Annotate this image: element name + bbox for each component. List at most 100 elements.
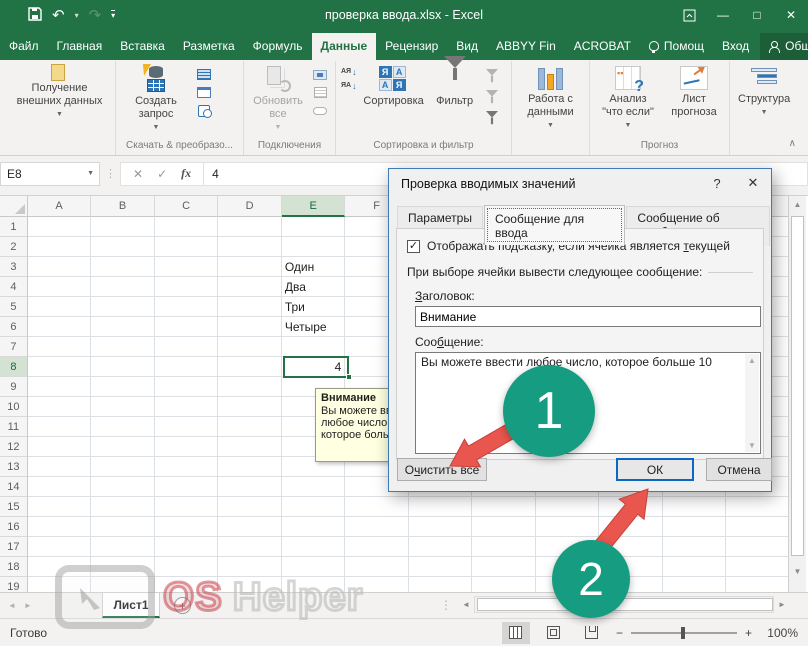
grid-cell-E4[interactable]: Два bbox=[282, 277, 346, 297]
grid-cell-B1[interactable] bbox=[91, 217, 155, 237]
row-header-16[interactable]: 16 bbox=[0, 517, 28, 537]
grid-cell-A6[interactable] bbox=[28, 317, 92, 337]
grid-cell-D4[interactable] bbox=[218, 277, 282, 297]
grid-cell-B18[interactable] bbox=[91, 557, 155, 577]
row-header-6[interactable]: 6 bbox=[0, 317, 28, 337]
grid-cell-C2[interactable] bbox=[155, 237, 219, 257]
grid-cell-A15[interactable] bbox=[28, 497, 92, 517]
grid-cell-B3[interactable] bbox=[91, 257, 155, 277]
grid-cell-A16[interactable] bbox=[28, 517, 92, 537]
advanced-filter-button[interactable] bbox=[483, 109, 501, 124]
grid-cell-B17[interactable] bbox=[91, 537, 155, 557]
grid-cell-D2[interactable] bbox=[218, 237, 282, 257]
grid-cell-D5[interactable] bbox=[218, 297, 282, 317]
row-header-18[interactable]: 18 bbox=[0, 557, 28, 577]
grid-cell-B8[interactable] bbox=[91, 357, 155, 377]
grid-cell-E19[interactable] bbox=[282, 577, 346, 592]
grid-cell-E6[interactable]: Четыре bbox=[282, 317, 346, 337]
grid-cell-D1[interactable] bbox=[218, 217, 282, 237]
grid-cell-I15[interactable] bbox=[536, 497, 600, 517]
grid-cell-D7[interactable] bbox=[218, 337, 282, 357]
grid-cell-E14[interactable] bbox=[282, 477, 346, 497]
select-all-corner[interactable] bbox=[0, 196, 28, 217]
grid-cell-C5[interactable] bbox=[155, 297, 219, 317]
ok-button[interactable]: ОК bbox=[616, 458, 694, 481]
grid-cell-D11[interactable] bbox=[218, 417, 282, 437]
grid-cell-E5[interactable]: Три bbox=[282, 297, 346, 317]
connections-button[interactable] bbox=[311, 67, 329, 82]
sheet-tab-list1[interactable]: Лист1 bbox=[102, 593, 160, 618]
grid-cell-G16[interactable] bbox=[409, 517, 473, 537]
grid-cell-B2[interactable] bbox=[91, 237, 155, 257]
row-header-1[interactable]: 1 bbox=[0, 217, 28, 237]
grid-cell-A18[interactable] bbox=[28, 557, 92, 577]
grid-cell-A4[interactable] bbox=[28, 277, 92, 297]
show-tooltip-checkbox[interactable]: ✓ bbox=[407, 240, 420, 253]
grid-cell-C6[interactable] bbox=[155, 317, 219, 337]
grid-cell-C3[interactable] bbox=[155, 257, 219, 277]
grid-cell-G17[interactable] bbox=[409, 537, 473, 557]
grid-cell-J16[interactable] bbox=[599, 517, 663, 537]
grid-cell-D18[interactable] bbox=[218, 557, 282, 577]
ribbon-tab-вставка[interactable]: Вставка bbox=[111, 33, 174, 60]
column-header-C[interactable]: C bbox=[155, 196, 219, 217]
grid-cell-E7[interactable] bbox=[282, 337, 346, 357]
close-button[interactable]: ✕ bbox=[774, 0, 808, 30]
grid-cell-C10[interactable] bbox=[155, 397, 219, 417]
row-header-4[interactable]: 4 bbox=[0, 277, 28, 297]
grid-cell-L18[interactable] bbox=[726, 557, 790, 577]
grid-cell-B10[interactable] bbox=[91, 397, 155, 417]
grid-cell-C1[interactable] bbox=[155, 217, 219, 237]
vertical-scroll-thumb[interactable] bbox=[791, 216, 804, 556]
grid-cell-E17[interactable] bbox=[282, 537, 346, 557]
sheet-nav-right-icon[interactable]: ► bbox=[24, 601, 32, 610]
ribbon-tab-помощ[interactable]: Помощ bbox=[640, 33, 713, 60]
ribbon-tab-данные[interactable]: Данные bbox=[312, 33, 377, 60]
outline-button[interactable]: Структура▼ bbox=[733, 63, 795, 119]
textarea-scrollbar[interactable]: ▲ ▼ bbox=[745, 354, 759, 452]
grid-cell-D19[interactable] bbox=[218, 577, 282, 592]
row-header-11[interactable]: 11 bbox=[0, 417, 28, 437]
maximize-button[interactable]: □ bbox=[740, 0, 774, 30]
grid-cell-H15[interactable] bbox=[472, 497, 536, 517]
sort-ascending-button[interactable]: АЯ↓ bbox=[341, 69, 357, 75]
name-box[interactable]: E8 ▼ bbox=[0, 162, 100, 186]
scroll-right-icon[interactable]: ► bbox=[774, 600, 790, 609]
grid-cell-J15[interactable] bbox=[599, 497, 663, 517]
grid-cell-D17[interactable] bbox=[218, 537, 282, 557]
row-header-8[interactable]: 8 bbox=[0, 357, 28, 377]
grid-cell-D15[interactable] bbox=[218, 497, 282, 517]
ribbon-tab-разметка[interactable]: Разметка bbox=[174, 33, 244, 60]
grid-cell-C9[interactable] bbox=[155, 377, 219, 397]
grid-cell-C18[interactable] bbox=[155, 557, 219, 577]
vertical-scrollbar[interactable]: ▲ ▼ bbox=[788, 196, 806, 592]
name-box-dropdown-icon[interactable]: ▼ bbox=[87, 170, 94, 177]
sort-button[interactable]: ЯА АЯ Сортировка bbox=[359, 63, 429, 108]
dialog-close-button[interactable]: ✕ bbox=[735, 169, 771, 197]
grid-cell-D9[interactable] bbox=[218, 377, 282, 397]
grid-cell-D14[interactable] bbox=[218, 477, 282, 497]
new-query-button[interactable]: Создать запрос▼ bbox=[119, 63, 193, 134]
grid-cell-B11[interactable] bbox=[91, 417, 155, 437]
scroll-left-icon[interactable]: ◄ bbox=[458, 600, 474, 609]
row-header-5[interactable]: 5 bbox=[0, 297, 28, 317]
sheet-nav-left-icon[interactable]: ◄ bbox=[8, 601, 16, 610]
grid-cell-A10[interactable] bbox=[28, 397, 92, 417]
page-break-view-button[interactable] bbox=[578, 622, 606, 644]
row-header-3[interactable]: 3 bbox=[0, 257, 28, 277]
sort-descending-button[interactable]: ЯА↓ bbox=[341, 83, 357, 89]
data-tools-button[interactable]: Работа с данными▼ bbox=[515, 63, 586, 132]
grid-cell-K16[interactable] bbox=[663, 517, 727, 537]
grid-cell-C11[interactable] bbox=[155, 417, 219, 437]
grid-cell-B5[interactable] bbox=[91, 297, 155, 317]
ribbon-tab-acrobat[interactable]: ACROBAT bbox=[565, 33, 640, 60]
grid-cell-G19[interactable] bbox=[409, 577, 473, 592]
row-header-19[interactable]: 19 bbox=[0, 577, 28, 592]
grid-cell-K18[interactable] bbox=[663, 557, 727, 577]
grid-cell-K17[interactable] bbox=[663, 537, 727, 557]
page-layout-view-button[interactable] bbox=[540, 622, 568, 644]
ribbon-tab-вход[interactable]: Вход bbox=[713, 33, 758, 60]
grid-cell-C15[interactable] bbox=[155, 497, 219, 517]
grid-cell-A1[interactable] bbox=[28, 217, 92, 237]
zoom-slider[interactable] bbox=[631, 632, 737, 634]
